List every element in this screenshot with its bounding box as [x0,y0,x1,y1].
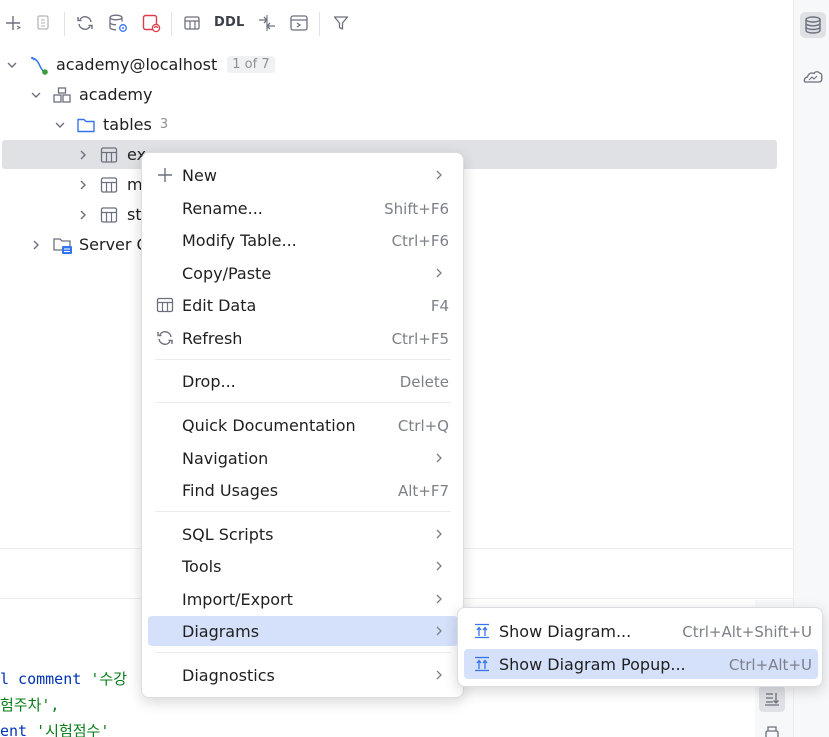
tree-node-server-objects[interactable]: Server O [0,231,160,259]
folder-icon [77,118,95,133]
tree-node-schema[interactable]: academy [0,81,300,109]
schema-label: academy [79,85,153,104]
chevron-right-icon [436,268,442,278]
table-icon [100,177,118,193]
data-source-properties-icon[interactable] [107,12,129,34]
menu-item-diagrams[interactable]: Diagrams [148,616,458,646]
folder-label: tables [103,115,152,134]
menu-item-tools[interactable]: Tools [148,551,458,581]
menu-item-refresh[interactable]: Refresh Ctrl+F5 [148,323,458,353]
refresh-icon[interactable] [74,12,96,34]
plus-icon [158,168,172,182]
server-objects-label: Server O [79,235,150,254]
toolbar-separator [319,12,320,36]
tree-node-connection[interactable]: academy@localhost 1 of 7 [0,51,300,79]
chevron-right-icon[interactable] [77,179,89,191]
chevron-right-icon [436,626,442,636]
table-label: st [127,205,142,224]
copy-icon[interactable] [32,12,54,34]
database-explorer-toolbar: DDL [0,0,793,48]
schema-icon [53,87,71,103]
menu-item-show-diagram[interactable]: Show Diagram... Ctrl+Alt+Shift+U [464,616,818,646]
mysql-icon [30,56,48,75]
filter-icon[interactable] [330,12,352,34]
menu-item-quick-documentation[interactable]: Quick Documentation Ctrl+Q [148,410,458,440]
add-icon[interactable] [2,12,24,34]
sort-icon[interactable] [759,686,785,712]
diagram-icon [475,656,489,672]
menu-item-rename[interactable]: Rename... Shift+F6 [148,193,458,223]
chevron-right-icon [436,670,442,680]
code-line: l comment '수강 [0,670,127,688]
menu-item-drop[interactable]: Drop... Delete [148,366,458,396]
menu-separator [155,402,451,403]
menu-item-show-diagram-popup[interactable]: Show Diagram Popup... Ctrl+Alt+U [464,649,818,679]
chevron-right-icon [436,561,442,571]
diagram-icon [475,623,489,639]
folder-count: 3 [159,117,169,132]
chevron-right-icon[interactable] [30,239,42,251]
tree-node-table[interactable]: st [0,201,160,229]
chevron-right-icon [436,453,442,463]
cloud-icon[interactable] [800,64,826,90]
table-icon [100,207,118,223]
table-icon[interactable] [181,12,203,34]
chevron-down-icon[interactable] [30,89,42,101]
toolbar-separator [171,12,172,36]
menu-item-sql-scripts[interactable]: SQL Scripts [148,519,458,549]
compare-icon[interactable] [256,12,278,34]
menu-item-modify-table[interactable]: Modify Table... Ctrl+F6 [148,225,458,255]
tree-node-table[interactable]: ex [0,141,160,169]
table-icon [100,147,118,163]
database-icon[interactable] [800,12,826,38]
connection-count-badge: 1 of 7 [227,56,275,73]
refresh-icon [157,331,173,345]
chevron-down-icon[interactable] [6,59,18,71]
menu-item-new[interactable]: New [148,160,458,190]
diagrams-submenu: Show Diagram... Ctrl+Alt+Shift+U Show Di… [457,607,823,687]
disconnect-icon[interactable] [140,12,162,34]
menu-item-import-export[interactable]: Import/Export [148,584,458,614]
chevron-right-icon [436,594,442,604]
chevron-right-icon[interactable] [77,209,89,221]
server-objects-icon [53,238,72,254]
chevron-down-icon[interactable] [54,119,66,131]
tree-node-tables-folder[interactable]: tables 3 [0,111,300,139]
menu-separator [155,511,451,512]
menu-item-navigation[interactable]: Navigation [148,443,458,473]
ddl-button[interactable]: DDL [214,15,244,30]
toolbar-separator [64,12,65,36]
chevron-right-icon[interactable] [77,149,89,161]
menu-item-diagnostics[interactable]: Diagnostics [148,660,458,690]
menu-item-copy-paste[interactable]: Copy/Paste [148,258,458,288]
menu-item-edit-data[interactable]: Edit Data F4 [148,290,458,320]
console-icon[interactable] [288,12,310,34]
menu-item-find-usages[interactable]: Find Usages Alt+F7 [148,475,458,505]
connection-label: academy@localhost [56,55,218,74]
menu-separator [155,652,451,653]
context-menu: New Rename... Shift+F6 Modify Table... C… [141,152,464,698]
code-line: ent '시험점수' [0,722,110,737]
code-line: 험주차', [0,696,60,714]
chevron-right-icon [436,529,442,539]
tree-node-table[interactable]: m [0,171,160,199]
chevron-right-icon [436,170,442,180]
print-icon[interactable] [759,720,785,737]
menu-separator [155,359,451,360]
table-grid-icon [156,297,174,313]
